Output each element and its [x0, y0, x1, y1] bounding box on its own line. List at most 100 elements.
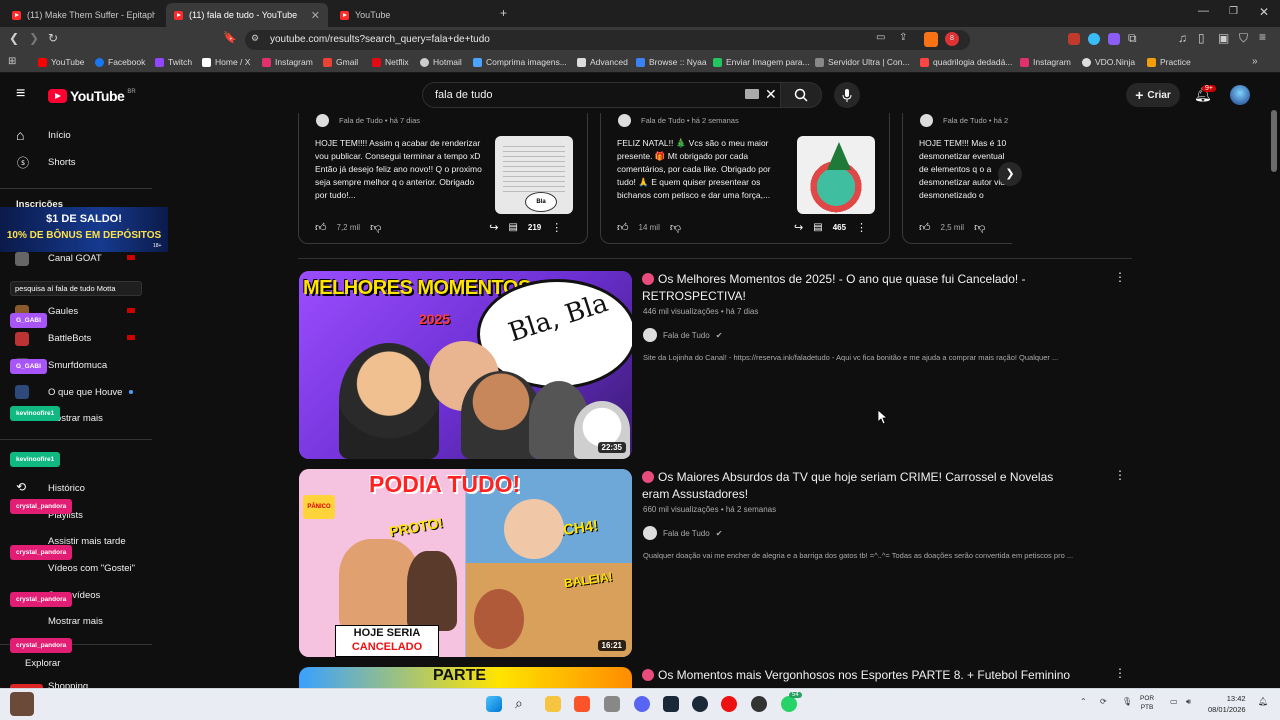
bookmark-twitch[interactable]: Twitch: [155, 57, 192, 67]
tray-app-icon[interactable]: ⟳: [1100, 697, 1107, 706]
close-tab-icon[interactable]: ✕: [311, 9, 320, 22]
cast-icon[interactable]: ▭: [876, 32, 885, 43]
post-image[interactable]: [797, 136, 875, 214]
wallet-icon[interactable]: ▣: [1218, 31, 1229, 45]
bookmark-servidor[interactable]: Servidor Ultra | Con...: [815, 57, 910, 67]
discord-icon[interactable]: [634, 696, 650, 712]
dislike-icon[interactable]: 👎︎: [974, 221, 985, 234]
avatar[interactable]: [1230, 85, 1250, 105]
comment-icon[interactable]: ▤: [813, 222, 822, 233]
video-title[interactable]: Os Momentos mais Vergonhosos nos Esporte…: [642, 667, 1082, 684]
extension-icon[interactable]: [1068, 33, 1080, 45]
back-icon[interactable]: ❮: [9, 31, 19, 45]
more-options-icon[interactable]: ⋮: [1114, 468, 1126, 482]
system-clock[interactable]: 13:42 08/01/2026: [1208, 693, 1246, 715]
bookmark-comprima[interactable]: Comprima imagens...: [473, 57, 567, 67]
bookmark-instagram[interactable]: Instagram: [262, 57, 313, 67]
bookmark-instagram-2[interactable]: Instagram: [1020, 57, 1071, 67]
share-icon[interactable]: ⇪: [899, 32, 907, 43]
sidebar-item-liked[interactable]: Vídeos com "Gostei": [48, 563, 135, 574]
close-window-icon[interactable]: ✕: [1259, 5, 1269, 19]
video-channel[interactable]: Fala de Tudo ✔: [643, 328, 722, 342]
video-channel[interactable]: Fala de Tudo ✔: [643, 526, 722, 540]
sidebar-channel-battlebots[interactable]: BattleBots: [48, 333, 91, 344]
app-icon[interactable]: [604, 696, 620, 712]
windows-start-icon[interactable]: [486, 696, 502, 712]
taskbar-search-icon[interactable]: ⌕: [515, 695, 523, 712]
more-options-icon[interactable]: ⋮: [551, 221, 562, 234]
bookmark-hotmail[interactable]: Hotmail: [420, 57, 462, 67]
sidebar-item-home[interactable]: Início: [48, 130, 71, 141]
sidebar-channel-o-que-que-houve[interactable]: O que que Houve: [48, 387, 122, 398]
brave-rewards-icon[interactable]: 8: [945, 32, 959, 46]
youtube-logo[interactable]: YouTube BR: [48, 88, 136, 104]
share-icon[interactable]: ↪: [489, 221, 498, 234]
search-input[interactable]: fala de tudo ✕: [422, 82, 780, 108]
input-language[interactable]: POR PTB: [1140, 694, 1154, 712]
community-post[interactable]: Fala de Tudo • há 2 HOJE TEM!!! Mas é 10…: [902, 113, 1012, 244]
comment-icon[interactable]: ▤: [508, 222, 517, 233]
sidebar-channel-canal-goat[interactable]: Canal GOAT: [48, 253, 102, 264]
desktop-widget-icon[interactable]: [10, 692, 34, 716]
page-scrollbar[interactable]: [1271, 110, 1277, 172]
bookmark-facebook[interactable]: Facebook: [95, 57, 145, 67]
sidebar-channel-gaules[interactable]: Gaules: [48, 306, 78, 317]
search-button[interactable]: [780, 82, 822, 108]
steam-icon[interactable]: [692, 696, 708, 712]
hamburger-menu-icon[interactable]: ≡: [16, 85, 25, 103]
display-icon[interactable]: ▭: [1170, 697, 1178, 706]
extension-icon[interactable]: [1108, 33, 1120, 45]
site-info-icon[interactable]: ⚙: [251, 33, 259, 44]
community-post[interactable]: Fala de Tudo • há 2 semanas FELIZ NATAL!…: [600, 113, 890, 244]
bookmark-enviar-imagem[interactable]: Enviar Imagem para...: [713, 57, 810, 67]
share-icon[interactable]: ↪: [794, 221, 803, 234]
sidebar-channel-smurfdomuca[interactable]: Smurfdomuca: [48, 360, 107, 371]
sidebar-icon[interactable]: ▯: [1198, 31, 1205, 45]
sidebar-item-history[interactable]: Histórico: [48, 483, 85, 494]
video-title[interactable]: Os Melhores Momentos de 2025! - O ano qu…: [642, 271, 1062, 305]
video-thumbnail[interactable]: PODIA TUDO! PÂNICO PROTO! B1CH4! BALEIA!…: [299, 469, 632, 657]
clear-search-icon[interactable]: ✕: [765, 86, 777, 103]
bookmark-vdo-ninja[interactable]: VDO.Ninja: [1082, 57, 1135, 67]
bookmark-quadrilogia[interactable]: quadrilogia dedadá...: [920, 57, 1012, 67]
volume-icon[interactable]: 🔊︎: [1186, 697, 1191, 707]
brave-browser-icon[interactable]: [574, 696, 590, 712]
extensions-puzzle-icon[interactable]: ⧉: [1128, 31, 1137, 46]
post-channel[interactable]: Fala de Tudo • há 7 dias: [339, 116, 420, 125]
tray-expand-icon[interactable]: ⌃: [1080, 697, 1087, 706]
video-title[interactable]: Os Maiores Absurdos da TV que hoje seria…: [642, 469, 1062, 503]
apps-grid-icon[interactable]: ⊞: [8, 56, 16, 67]
post-channel[interactable]: Fala de Tudo • há 2 semanas: [641, 116, 739, 125]
like-icon[interactable]: 👍︎: [919, 221, 931, 234]
post-image[interactable]: Bla: [495, 136, 573, 214]
voice-search-button[interactable]: [834, 82, 860, 108]
notifications-icon[interactable]: 🔔︎: [1258, 697, 1268, 706]
more-options-icon[interactable]: ⋮: [1114, 270, 1126, 284]
video-thumbnail[interactable]: PARTE: [299, 667, 632, 688]
browser-tab-youtube[interactable]: YouTube: [332, 3, 492, 27]
maximize-icon[interactable]: ❐: [1229, 6, 1238, 17]
app-icon[interactable]: [663, 696, 679, 712]
obs-icon[interactable]: [751, 696, 767, 712]
extension-icon[interactable]: [1088, 33, 1100, 45]
post-channel[interactable]: Fala de Tudo • há 2: [943, 116, 1008, 125]
keyboard-icon[interactable]: [745, 89, 759, 99]
carousel-next-button[interactable]: ❯: [998, 162, 1022, 186]
create-button[interactable]: + Criar: [1126, 83, 1180, 107]
whatsapp-icon[interactable]: [781, 696, 797, 712]
more-bookmarks-icon[interactable]: »: [1252, 56, 1258, 67]
community-post[interactable]: Fala de Tudo • há 7 dias HOJE TEM!!!! As…: [298, 113, 588, 244]
reload-icon[interactable]: ↻: [48, 31, 58, 45]
bookmark-nyaa[interactable]: Browse :: Nyaa: [636, 57, 707, 67]
forward-icon[interactable]: ❯: [29, 31, 39, 45]
tray-mic-icon[interactable]: 🎙︎: [1122, 697, 1132, 706]
dislike-icon[interactable]: 👎︎: [670, 221, 681, 234]
menu-icon[interactable]: ≡: [1259, 30, 1266, 44]
sidebar-show-more-2[interactable]: Mostrar mais: [48, 616, 103, 627]
bookmark-page-icon[interactable]: 🔖: [223, 31, 237, 44]
sidebar-explore-header[interactable]: Explorar: [25, 658, 60, 669]
like-icon[interactable]: 👍︎: [617, 221, 629, 234]
bookmark-youtube[interactable]: YouTube: [38, 57, 84, 67]
file-explorer-icon[interactable]: [545, 696, 561, 712]
bookmark-x[interactable]: Home / X: [202, 57, 250, 67]
